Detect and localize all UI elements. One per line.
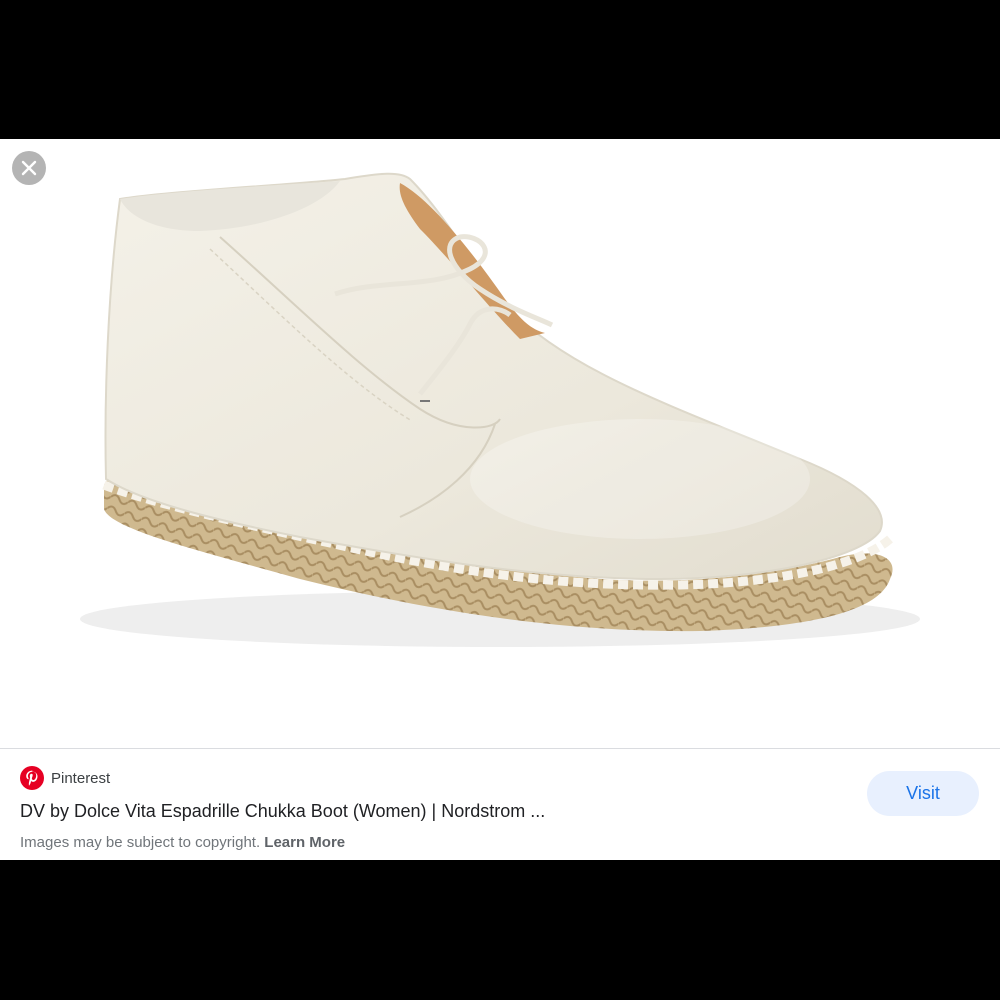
copyright-text: Images may be subject to copyright. (20, 834, 261, 851)
copyright-notice: Images may be subject to copyright. Lear… (20, 834, 345, 851)
close-icon (21, 160, 37, 176)
bottom-black-bar (0, 860, 1000, 1000)
pinterest-logo-icon (20, 766, 44, 790)
preview-image-area[interactable] (0, 139, 1000, 748)
close-button[interactable] (12, 151, 46, 185)
result-title-link[interactable]: DV by Dolce Vita Espadrille Chukka Boot … (20, 801, 545, 822)
learn-more-link[interactable]: Learn More (264, 834, 345, 851)
top-black-bar (0, 0, 1000, 139)
source-row[interactable]: Pinterest (20, 766, 110, 790)
image-info-panel: Pinterest DV by Dolce Vita Espadrille Ch… (0, 748, 1000, 860)
product-image (80, 172, 920, 647)
source-name: Pinterest (51, 769, 111, 787)
visit-button[interactable]: Visit (867, 771, 979, 816)
